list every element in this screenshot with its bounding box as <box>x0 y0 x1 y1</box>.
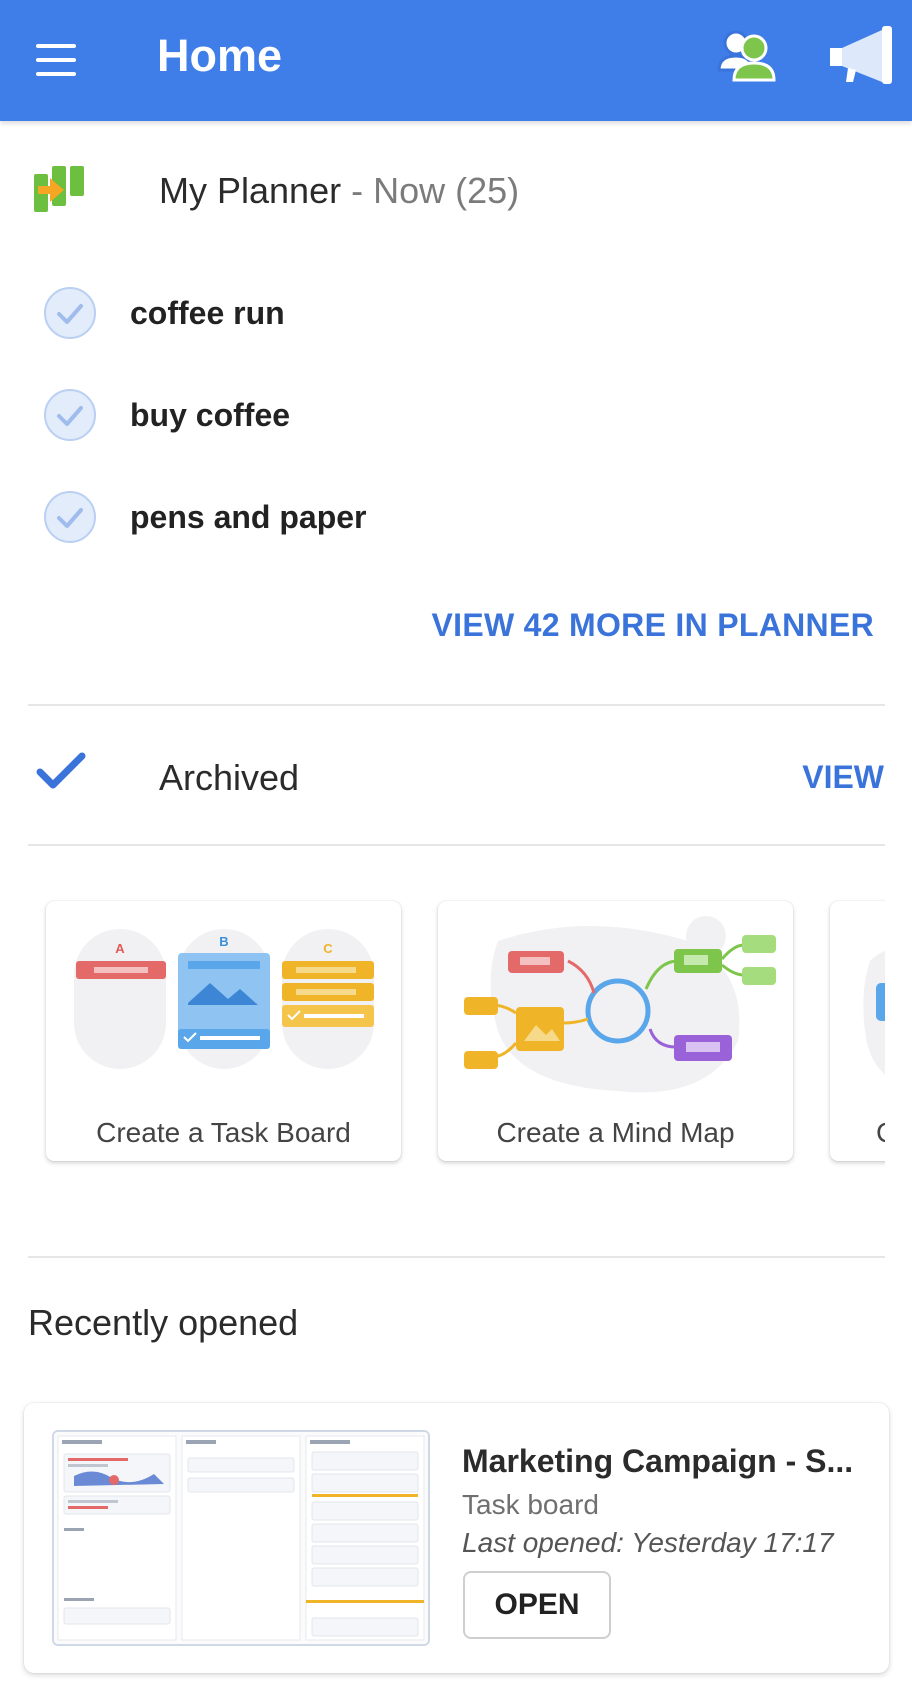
task-check-icon[interactable] <box>42 285 98 341</box>
task-label: coffee run <box>130 294 285 331</box>
task-check-icon[interactable] <box>42 387 98 443</box>
template-card-partial[interactable]: C <box>830 901 885 1161</box>
partial-template-illustration <box>863 950 885 1075</box>
archived-view-link[interactable]: VIEW <box>802 759 884 796</box>
megaphone-icon <box>830 26 892 84</box>
recent-item-last-opened: Last opened: Yesterday 17:17 <box>462 1527 834 1558</box>
people-button[interactable] <box>716 26 780 86</box>
planner-title: My Planner <box>159 170 342 211</box>
task-board-thumbnail <box>52 1430 430 1646</box>
view-more-in-planner-link[interactable]: VIEW 42 MORE IN PLANNER <box>431 607 874 644</box>
planner-subtitle: Now (25) <box>373 170 520 211</box>
menu-icon <box>36 44 76 48</box>
template-label: Create a Mind Map <box>496 1117 735 1148</box>
task-label: buy coffee <box>130 396 291 433</box>
task-label: pens and paper <box>130 498 367 535</box>
announcements-button[interactable] <box>826 22 898 88</box>
people-icon <box>717 30 776 82</box>
task-board-illustration: A B C <box>74 929 374 1069</box>
divider <box>28 844 885 846</box>
svg-text:A: A <box>115 941 125 956</box>
page-title: Home <box>157 30 283 81</box>
create-mind-map-card[interactable]: Create a Mind Map <box>438 901 793 1161</box>
recent-item-card[interactable]: Marketing Campaign - S... Task board Las… <box>24 1403 889 1673</box>
archived-label: Archived <box>159 757 300 798</box>
open-button[interactable]: OPEN <box>463 1571 611 1639</box>
svg-text:B: B <box>219 934 228 949</box>
app-bar: Home <box>0 0 912 121</box>
thumbnail-preview <box>54 1432 428 1644</box>
recently-opened-heading: Recently opened <box>28 1302 299 1343</box>
checkmark-icon <box>36 752 86 789</box>
template-label: C <box>876 1117 885 1149</box>
task-item[interactable]: coffee run <box>42 278 862 348</box>
mind-map-illustration <box>464 916 776 1093</box>
planner-icon <box>34 166 84 212</box>
planner-heading: My Planner - Now (25) <box>159 170 519 212</box>
menu-icon-bar <box>36 72 76 76</box>
create-task-board-card[interactable]: A B C Create a Task Board <box>46 901 401 1161</box>
template-label: Create a Task Board <box>96 1117 351 1148</box>
menu-button[interactable] <box>30 40 82 80</box>
svg-text:C: C <box>323 941 333 956</box>
template-carousel[interactable]: A B C Create a Task Board Create a Mind … <box>0 895 885 1185</box>
divider <box>28 704 885 706</box>
menu-icon-bar <box>36 58 76 62</box>
task-check-icon[interactable] <box>42 489 98 545</box>
task-item[interactable]: buy coffee <box>42 380 862 450</box>
recent-item-title: Marketing Campaign - S... <box>462 1443 854 1479</box>
planner-separator: - <box>341 170 374 211</box>
task-item[interactable]: pens and paper <box>42 482 862 552</box>
recent-item-type: Task board <box>462 1489 599 1520</box>
divider <box>28 1256 885 1258</box>
